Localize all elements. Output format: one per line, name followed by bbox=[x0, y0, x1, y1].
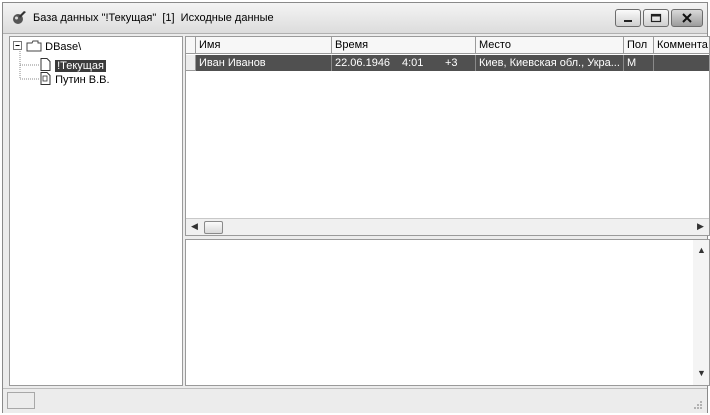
collapse-icon[interactable] bbox=[13, 41, 23, 51]
tree-item-label: Путин В.В. bbox=[55, 74, 110, 86]
resize-grip-icon[interactable] bbox=[693, 400, 703, 410]
cell-timezone: +3 bbox=[445, 57, 458, 69]
close-icon bbox=[682, 13, 692, 23]
horizontal-scrollbar[interactable]: ◀ ▶ bbox=[186, 218, 709, 235]
cell-date: 22.06.1946 bbox=[335, 57, 391, 69]
status-panel bbox=[7, 392, 35, 409]
cell-sex[interactable]: М bbox=[624, 55, 654, 71]
scroll-right-icon[interactable]: ▶ bbox=[697, 221, 704, 232]
vertical-scrollbar[interactable]: ▲ ▼ bbox=[693, 240, 709, 385]
scroll-thumb[interactable] bbox=[204, 221, 223, 234]
tree-item-putin[interactable]: Путин В.В. bbox=[40, 72, 110, 86]
column-header-comment[interactable]: Коммента bbox=[654, 37, 709, 54]
cell-time[interactable]: 22.06.1946 4:01 +3 bbox=[332, 55, 476, 71]
scroll-down-icon[interactable]: ▼ bbox=[697, 368, 706, 378]
minimize-button[interactable] bbox=[615, 9, 641, 27]
row-indicator[interactable] bbox=[186, 55, 196, 71]
column-header-name[interactable]: Имя bbox=[196, 37, 332, 54]
document-icon bbox=[40, 58, 51, 71]
cell-place[interactable]: Киев, Киевская обл., Укра... bbox=[476, 55, 624, 71]
title-bar[interactable]: База данных "!Текущая" [1] Исходные данн… bbox=[3, 3, 707, 34]
document-icon bbox=[40, 72, 51, 85]
column-header-time[interactable]: Время bbox=[332, 37, 476, 54]
table-row[interactable]: Иван Иванов 22.06.1946 4:01 +3 Киев, Кие… bbox=[196, 55, 709, 71]
window-title: База данных "!Текущая" [1] Исходные данн… bbox=[33, 12, 274, 24]
database-tree[interactable]: DBase\ !Текущая Путин В.В. bbox=[9, 36, 183, 386]
notes-text-area[interactable]: ▲ ▼ bbox=[185, 239, 710, 386]
close-button[interactable] bbox=[671, 9, 703, 27]
status-bar bbox=[3, 388, 707, 413]
minimize-icon bbox=[624, 20, 632, 22]
tree-root[interactable]: DBase\ bbox=[13, 40, 81, 54]
main-window: База данных "!Текущая" [1] Исходные данн… bbox=[2, 2, 710, 413]
maximize-icon bbox=[650, 13, 662, 23]
cell-clock: 4:01 bbox=[402, 57, 424, 69]
column-header-sex[interactable]: Пол bbox=[624, 37, 654, 54]
app-icon bbox=[13, 11, 26, 24]
column-header-place[interactable]: Место bbox=[476, 37, 624, 54]
cell-name[interactable]: Иван Иванов bbox=[196, 55, 332, 71]
tree-item-label: !Текущая bbox=[55, 60, 106, 72]
data-grid[interactable]: Имя Время Место Пол Коммента Иван Иванов… bbox=[185, 36, 710, 236]
scroll-up-icon[interactable]: ▲ bbox=[697, 245, 706, 255]
maximize-button[interactable] bbox=[643, 9, 669, 27]
scroll-left-icon[interactable]: ◀ bbox=[191, 221, 198, 232]
grid-corner bbox=[186, 37, 196, 54]
tree-root-label: DBase\ bbox=[45, 41, 82, 53]
tree-item-current[interactable]: !Текущая bbox=[40, 58, 106, 72]
cell-comment[interactable] bbox=[654, 55, 709, 71]
folder-icon bbox=[26, 40, 42, 52]
